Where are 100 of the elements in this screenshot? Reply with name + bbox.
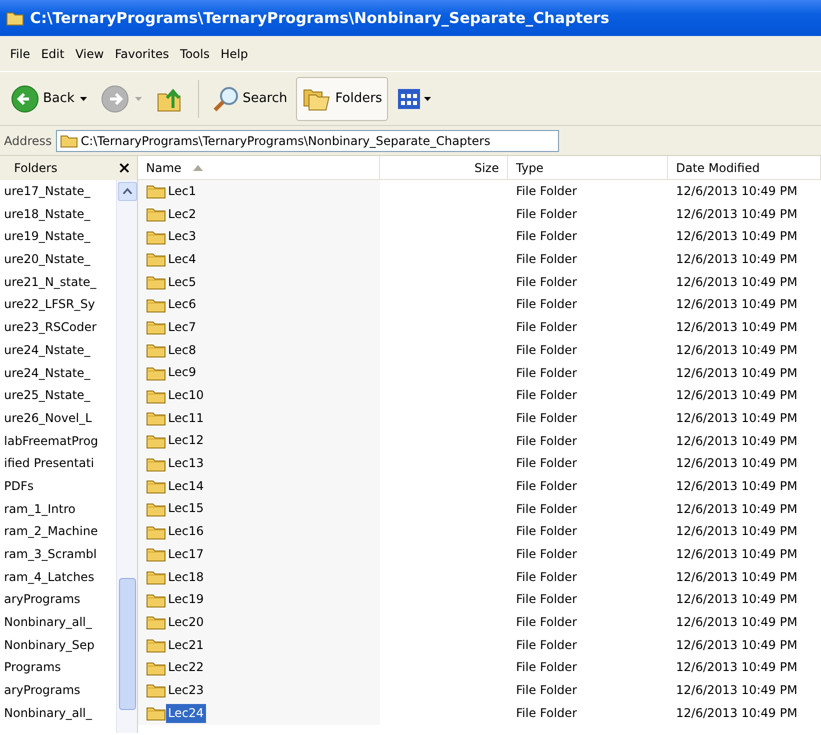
column-header[interactable]: Date Modified	[668, 156, 821, 180]
file-type: File Folder	[515, 251, 578, 268]
file-type: File Folder	[515, 183, 578, 200]
file-name[interactable]: Lec9	[166, 363, 198, 382]
menu-item[interactable]: Edit	[39, 42, 74, 64]
folder-tree-item[interactable]: ure26_Novel_L	[0, 406, 114, 430]
folder-tree-item[interactable]: ram_3_Scrambl	[0, 543, 114, 566]
folder-tree-item[interactable]: labFreematProg	[0, 430, 114, 452]
folder-tree-item[interactable]: ified Presentati	[0, 452, 114, 475]
date-modified: 12/6/2013 10:49 PM	[675, 342, 798, 359]
folder-icon	[146, 614, 166, 630]
file-name[interactable]: Lec21	[166, 636, 206, 655]
folder-tree-item[interactable]: ure25_Nstate_	[0, 384, 114, 407]
file-type: File Folder	[515, 659, 578, 676]
search-button[interactable]: Search	[206, 76, 294, 120]
file-type: File Folder	[515, 274, 578, 291]
folder-icon	[146, 388, 166, 404]
date-modified: 12/6/2013 10:49 PM	[675, 274, 798, 291]
date-modified: 12/6/2013 10:49 PM	[675, 432, 798, 450]
file-type: File Folder	[515, 206, 578, 223]
menu-item[interactable]: Favorites	[112, 42, 178, 64]
file-name[interactable]: Lec5	[166, 272, 198, 292]
file-name[interactable]: Lec22	[166, 658, 206, 678]
folder-icon	[146, 705, 166, 722]
date-modified: 12/6/2013 10:49 PM	[675, 614, 798, 632]
file-name[interactable]: Lec19	[166, 590, 206, 610]
file-type: File Folder	[515, 432, 578, 450]
file-name[interactable]: Lec8	[166, 340, 198, 360]
file-name[interactable]: Lec10	[166, 386, 206, 406]
file-type: File Folder	[515, 636, 578, 654]
folder-tree-item[interactable]: ram_4_Latches	[0, 566, 114, 588]
file-name[interactable]: Lec1	[166, 182, 198, 201]
folder-tree-item[interactable]: ram_1_Intro	[0, 498, 114, 520]
folder-icon	[146, 592, 166, 608]
scrollbar[interactable]	[116, 180, 137, 733]
menu-item[interactable]: View	[73, 42, 113, 64]
folder-icon	[146, 500, 166, 517]
file-name[interactable]: Lec18	[166, 568, 206, 587]
file-name[interactable]: Lec24	[166, 704, 206, 723]
folder-tree-item[interactable]: aryPrograms	[0, 588, 114, 612]
file-type: File Folder	[515, 704, 578, 722]
folder-icon	[146, 456, 166, 472]
folder-tree-item[interactable]: ure20_Nstate_	[0, 248, 114, 271]
folder-tree-item[interactable]: ure18_Nstate_	[0, 202, 114, 226]
file-name[interactable]: Lec12	[166, 431, 206, 450]
folders-button[interactable]: Folders	[296, 76, 388, 120]
sort-arrow-icon	[193, 165, 204, 171]
address-field[interactable]: C:\TernaryPrograms\TernaryPrograms\Nonbinary_Separate_Chapters	[56, 130, 559, 152]
address-label: Address	[4, 132, 52, 150]
file-name[interactable]: Lec15	[166, 499, 206, 518]
menu-item[interactable]: File	[8, 42, 40, 64]
date-modified: 12/6/2013 10:49 PM	[675, 682, 798, 700]
file-type: File Folder	[515, 591, 578, 608]
file-name[interactable]: Lec2	[166, 204, 198, 224]
scroll-thumb[interactable]	[119, 578, 136, 710]
close-button[interactable]: ×	[118, 160, 131, 176]
views-icon	[397, 88, 422, 110]
folder-tree-item[interactable]: PDFs	[0, 474, 114, 498]
file-type: File Folder	[515, 682, 578, 700]
file-name[interactable]: Lec7	[166, 318, 198, 337]
file-name[interactable]: Lec20	[166, 612, 206, 632]
folder-tree-item[interactable]: ure21_N_state_	[0, 270, 114, 294]
file-name[interactable]: Lec4	[166, 250, 198, 269]
folder-tree-item[interactable]: aryPrograms	[0, 679, 114, 702]
file-name[interactable]: Lec17	[166, 544, 206, 564]
file-name[interactable]: Lec11	[166, 408, 206, 428]
folder-icon	[146, 228, 166, 245]
file-name[interactable]: Lec6	[166, 295, 198, 314]
folder-icon	[146, 206, 166, 222]
file-name[interactable]: Lec16	[166, 522, 206, 542]
folder-tree-item[interactable]: ram_2_Machine	[0, 520, 114, 543]
column-header[interactable]: Type	[508, 156, 668, 180]
date-modified: 12/6/2013 10:49 PM	[675, 546, 798, 563]
file-type: File Folder	[515, 455, 578, 472]
scroll-up-icon[interactable]	[118, 182, 137, 201]
folder-tree-item[interactable]: ure17_Nstate_	[0, 180, 114, 203]
folder-tree-item[interactable]: Programs	[0, 656, 114, 680]
folder-icon	[146, 183, 166, 200]
folder-tree-item[interactable]: ure22_LFSR_Sy	[0, 293, 114, 316]
folder-tree-item[interactable]: Nonbinary_all_	[0, 611, 114, 634]
file-name[interactable]: Lec23	[166, 680, 206, 700]
file-name[interactable]: Lec3	[166, 227, 198, 246]
file-name[interactable]: Lec14	[166, 476, 206, 496]
folder-tree-item[interactable]: Nonbinary_Sep	[0, 634, 114, 656]
menu-item[interactable]: Help	[218, 42, 257, 64]
date-modified: 12/6/2013 10:49 PM	[675, 478, 798, 495]
back-button[interactable]: Back	[4, 76, 81, 120]
menu-item[interactable]: Tools	[178, 42, 219, 64]
folder-icon	[146, 546, 166, 562]
file-name[interactable]: Lec13	[166, 454, 206, 474]
folder-tree-item[interactable]: ure19_Nstate_	[0, 225, 114, 248]
date-modified: 12/6/2013 10:49 PM	[675, 659, 798, 676]
folder-icon	[146, 569, 166, 586]
folder-tree-item[interactable]: ure24_Nstate_	[0, 338, 114, 362]
folder-icon	[146, 637, 166, 654]
date-modified: 12/6/2013 10:49 PM	[675, 568, 798, 586]
folder-tree-item[interactable]: ure24_Nstate_	[0, 362, 114, 384]
file-type: File Folder	[515, 228, 578, 246]
folder-tree-item[interactable]: Nonbinary_all_	[0, 702, 114, 724]
folder-tree-item[interactable]: ure23_RSCoder	[0, 316, 114, 339]
